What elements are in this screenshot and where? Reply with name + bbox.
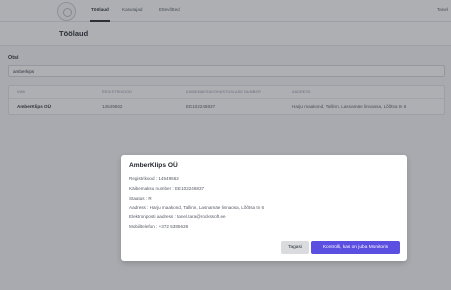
back-button[interactable]: Tagasi xyxy=(281,241,309,254)
field-status: Staatus : R xyxy=(129,196,152,201)
field-email: Elektronposti aadress : tanel.tara@rocks… xyxy=(129,214,226,219)
field-reg-code: Registrikood : 14549562 xyxy=(129,176,179,181)
check-monitor-button[interactable]: Kontrolli, kas on juba Monitoris xyxy=(311,241,400,254)
company-details-dialog: AmberKlips OÜ Registrikood : 14549562 Kä… xyxy=(121,155,407,261)
dialog-title: AmberKlips OÜ xyxy=(129,162,178,169)
field-vat: Käibemaksu number : EE102246837 xyxy=(129,186,205,191)
field-phone: Mobiiltelefon : +372 5385638 xyxy=(129,224,189,229)
field-address: Aadress : Harju maakond, Tallinn, Lasnam… xyxy=(129,205,265,210)
